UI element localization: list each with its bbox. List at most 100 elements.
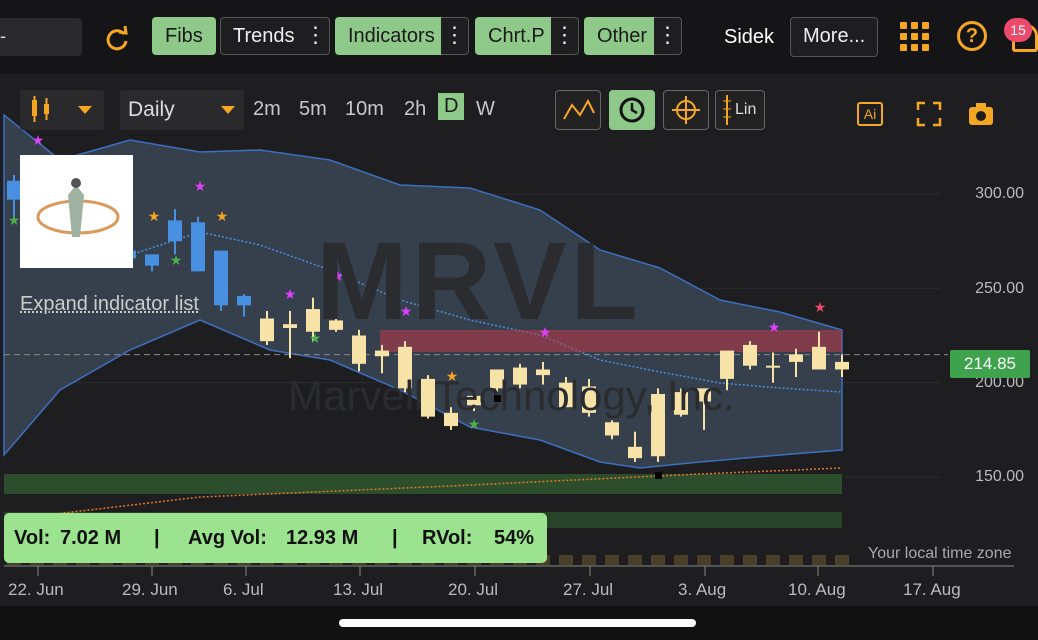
volume-bar [835, 555, 849, 565]
signal-star-icon: ★ [194, 179, 207, 195]
fullscreen-icon[interactable] [916, 101, 942, 127]
home-indicator[interactable] [339, 619, 696, 627]
signal-marker [655, 472, 662, 479]
x-tick-label: 13. Jul [333, 580, 384, 599]
vol-label: Vol: [14, 527, 51, 549]
drawing-tool-button[interactable] [555, 90, 601, 130]
candle-body [766, 365, 780, 368]
signal-star-icon: ★ [148, 209, 161, 225]
interval-value: Daily [128, 98, 175, 121]
signal-star-icon: ★ [8, 213, 21, 229]
candle-body [835, 361, 849, 370]
signal-star-icon: ★ [216, 209, 229, 225]
other-button[interactable]: Other [584, 17, 661, 55]
separator: | [392, 527, 398, 549]
expand-indicator-list-link[interactable]: Expand indicator list [20, 293, 199, 316]
x-tick-label: 27. Jul [563, 580, 614, 599]
candle-body [168, 220, 182, 242]
timeframe-d[interactable]: D [438, 93, 465, 120]
volume-bar [651, 555, 665, 565]
more-label: More... [803, 25, 866, 47]
symbol-search-field[interactable]: - [0, 18, 82, 56]
candle-body [145, 254, 159, 266]
help-icon[interactable]: ? [957, 21, 987, 51]
camera-icon[interactable] [967, 101, 995, 127]
signal-star-icon: ★ [170, 253, 183, 269]
separator: | [154, 527, 160, 549]
volume-bar [720, 555, 734, 565]
volume-bar [697, 555, 711, 565]
watermark-symbol: MRVL [316, 220, 642, 343]
scale-toggle-button[interactable]: Lin [715, 90, 765, 130]
candle-body [260, 318, 274, 342]
zigzag-icon [563, 98, 595, 120]
volume-bar [766, 555, 780, 565]
timeframe-2m[interactable]: 2m [253, 98, 281, 121]
x-tick-label: 29. Jun [122, 580, 178, 599]
rvol-label: RVol: [422, 527, 473, 549]
volume-bar [812, 555, 826, 565]
signal-star-icon: ★ [32, 133, 45, 149]
signal-star-icon: ★ [814, 300, 827, 316]
volume-bar [582, 555, 596, 565]
support-zone [4, 474, 842, 494]
indicators-menu-icon[interactable]: ⋮ [441, 17, 469, 55]
chrtp-label: Chrt.P [488, 25, 545, 47]
watermark-company: Marvell Technology, Inc. [288, 372, 735, 419]
trends-menu-icon[interactable]: ⋮ [302, 17, 330, 55]
ai-icon[interactable]: Ai [857, 102, 883, 126]
fibs-label: Fibs [165, 25, 203, 47]
indicators-button[interactable]: Indicators [335, 17, 448, 55]
timeframe-5m[interactable]: 5m [299, 98, 327, 121]
candle-body [214, 250, 228, 306]
other-menu-icon[interactable]: ⋮ [654, 17, 682, 55]
sidekick-button[interactable]: Sidek [724, 26, 774, 49]
apps-grid-icon[interactable] [900, 22, 932, 54]
user-logo-image [20, 155, 133, 268]
volume-bar [674, 555, 688, 565]
signal-star-icon: ★ [768, 320, 781, 336]
indicators-label: Indicators [348, 25, 435, 47]
x-tick-label: 20. Jul [448, 580, 499, 599]
symbol-text: - [0, 26, 6, 46]
more-button[interactable]: More... [790, 17, 878, 57]
vol-value: 7.02 M [60, 527, 122, 549]
candlestick-icon [32, 96, 92, 122]
x-tick-label: 10. Aug [788, 580, 846, 599]
y-tick-label: 250.00 [975, 280, 1024, 297]
timeframe-2h[interactable]: 2h [404, 98, 426, 121]
candle-body [628, 446, 642, 459]
y-tick-label: 150.00 [975, 468, 1024, 485]
chrtp-menu-icon[interactable]: ⋮ [551, 17, 579, 55]
rvol-value: 54% [494, 527, 535, 549]
candle-body [7, 180, 21, 200]
candle-body [375, 350, 389, 357]
fibs-button[interactable]: Fibs [152, 17, 216, 55]
volume-summary-box: Vol: 7.02 M | Avg Vol: 12.93 M | RVol: 5… [4, 513, 547, 563]
trends-label: Trends [233, 25, 295, 47]
volume-bar [605, 555, 619, 565]
crosshair-button[interactable] [663, 90, 709, 130]
candle-body [789, 354, 803, 362]
candle-body [605, 422, 619, 436]
clock-icon [619, 97, 645, 123]
x-tick-label: 17. Aug [903, 580, 961, 599]
refresh-icon[interactable] [104, 25, 130, 52]
chevron-down-icon [221, 106, 235, 114]
trends-button[interactable]: Trends [220, 17, 308, 55]
interval-dropdown[interactable]: Daily [120, 90, 244, 130]
chrtp-button[interactable]: Chrt.P [475, 17, 558, 55]
volume-bar [789, 555, 803, 565]
timeframe-w[interactable]: W [476, 98, 495, 121]
signal-star-icon: ★ [284, 287, 297, 303]
time-zone-note: Your local time zone [868, 545, 1012, 562]
x-tick-label: 6. Jul [223, 580, 264, 599]
timeframe-10m[interactable]: 10m [345, 98, 384, 121]
volume-bar [743, 555, 757, 565]
candle-body [283, 324, 297, 328]
notifications-badge: 15 [1004, 18, 1032, 42]
current-price-label: 214.85 [950, 350, 1030, 378]
x-tick-label: 22. Jun [8, 580, 64, 599]
chart-type-selector[interactable] [20, 90, 104, 130]
time-button[interactable] [609, 90, 655, 130]
